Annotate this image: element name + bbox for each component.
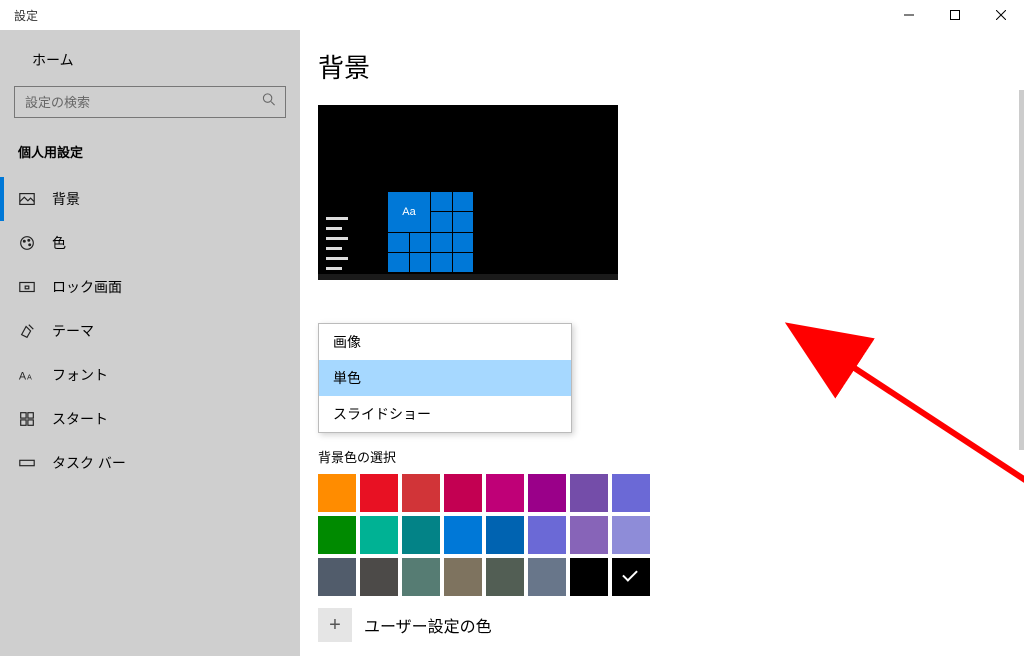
font-icon: AA: [18, 366, 36, 384]
palette-icon: [18, 234, 36, 252]
sidebar-home-label: ホーム: [32, 50, 74, 70]
sidebar-item-label: ロック画面: [52, 277, 122, 297]
svg-text:A: A: [19, 371, 27, 383]
color-section-label: 背景色の選択: [318, 447, 1024, 466]
window-title: 設定: [0, 7, 38, 24]
titlebar: 設定: [0, 0, 1024, 30]
sidebar: ホーム 個人用設定 背景 色 ロック画面 テーマ: [0, 30, 300, 656]
page-title: 背景: [318, 48, 1024, 85]
color-swatch[interactable]: [360, 474, 398, 512]
sidebar-home[interactable]: ホーム: [0, 40, 300, 80]
dropdown-option-picture[interactable]: 画像: [319, 324, 571, 360]
sidebar-item-label: タスク バー: [52, 453, 126, 473]
color-swatch[interactable]: [318, 558, 356, 596]
scrollbar[interactable]: [1019, 90, 1024, 450]
dropdown-option-slideshow[interactable]: スライドショー: [319, 396, 571, 432]
sidebar-item-label: スタート: [52, 409, 108, 429]
sidebar-item-label: テーマ: [52, 321, 94, 341]
desktop-preview: Aa: [318, 105, 618, 280]
search-icon: [262, 93, 276, 112]
color-swatch[interactable]: [528, 474, 566, 512]
svg-text:A: A: [27, 373, 32, 382]
dropdown-option-solid[interactable]: 単色: [319, 360, 571, 396]
sidebar-item-taskbar[interactable]: タスク バー: [0, 441, 300, 485]
color-swatch[interactable]: [570, 558, 608, 596]
search-input[interactable]: [14, 86, 286, 118]
close-button[interactable]: [978, 0, 1024, 30]
color-swatch[interactable]: [318, 474, 356, 512]
sidebar-item-colors[interactable]: 色: [0, 221, 300, 265]
window-controls: [886, 0, 1024, 30]
color-swatch[interactable]: [402, 474, 440, 512]
color-swatches: [318, 474, 1024, 596]
sidebar-item-background[interactable]: 背景: [0, 177, 300, 221]
maximize-button[interactable]: [932, 0, 978, 30]
theme-icon: [18, 322, 36, 340]
color-swatch[interactable]: [612, 474, 650, 512]
sidebar-item-lockscreen[interactable]: ロック画面: [0, 265, 300, 309]
sidebar-item-start[interactable]: スタート: [0, 397, 300, 441]
search-box[interactable]: [14, 86, 286, 118]
color-swatch[interactable]: [402, 516, 440, 554]
color-swatch[interactable]: [612, 516, 650, 554]
lockscreen-icon: [18, 278, 36, 296]
sidebar-item-themes[interactable]: テーマ: [0, 309, 300, 353]
color-swatch[interactable]: [570, 474, 608, 512]
picture-icon: [18, 190, 36, 208]
sidebar-item-label: 色: [52, 233, 66, 253]
preview-tile-text: Aa: [388, 192, 430, 232]
color-swatch[interactable]: [528, 558, 566, 596]
taskbar-icon: [18, 454, 36, 472]
color-swatch[interactable]: [444, 516, 482, 554]
sidebar-item-label: フォント: [52, 365, 108, 385]
color-swatch[interactable]: [528, 516, 566, 554]
background-type-dropdown[interactable]: 画像 単色 スライドショー: [318, 323, 572, 433]
sidebar-item-label: 背景: [52, 189, 80, 209]
custom-color-row: + ユーザー設定の色: [318, 608, 1024, 642]
color-swatch[interactable]: [444, 558, 482, 596]
color-swatch[interactable]: [360, 516, 398, 554]
custom-color-button[interactable]: +: [318, 608, 352, 642]
sidebar-section-title: 個人用設定: [0, 136, 300, 177]
start-icon: [18, 410, 36, 428]
color-swatch[interactable]: [486, 516, 524, 554]
color-swatch[interactable]: [444, 474, 482, 512]
color-swatch[interactable]: [486, 558, 524, 596]
color-swatch[interactable]: [318, 516, 356, 554]
color-swatch[interactable]: [612, 558, 650, 596]
sidebar-item-fonts[interactable]: AA フォント: [0, 353, 300, 397]
color-swatch[interactable]: [360, 558, 398, 596]
minimize-button[interactable]: [886, 0, 932, 30]
color-swatch[interactable]: [486, 474, 524, 512]
color-swatch[interactable]: [402, 558, 440, 596]
custom-color-label: ユーザー設定の色: [364, 613, 492, 637]
main-content: 背景 Aa 画像 単色 スライドショー 背景: [300, 30, 1024, 656]
color-swatch[interactable]: [570, 516, 608, 554]
